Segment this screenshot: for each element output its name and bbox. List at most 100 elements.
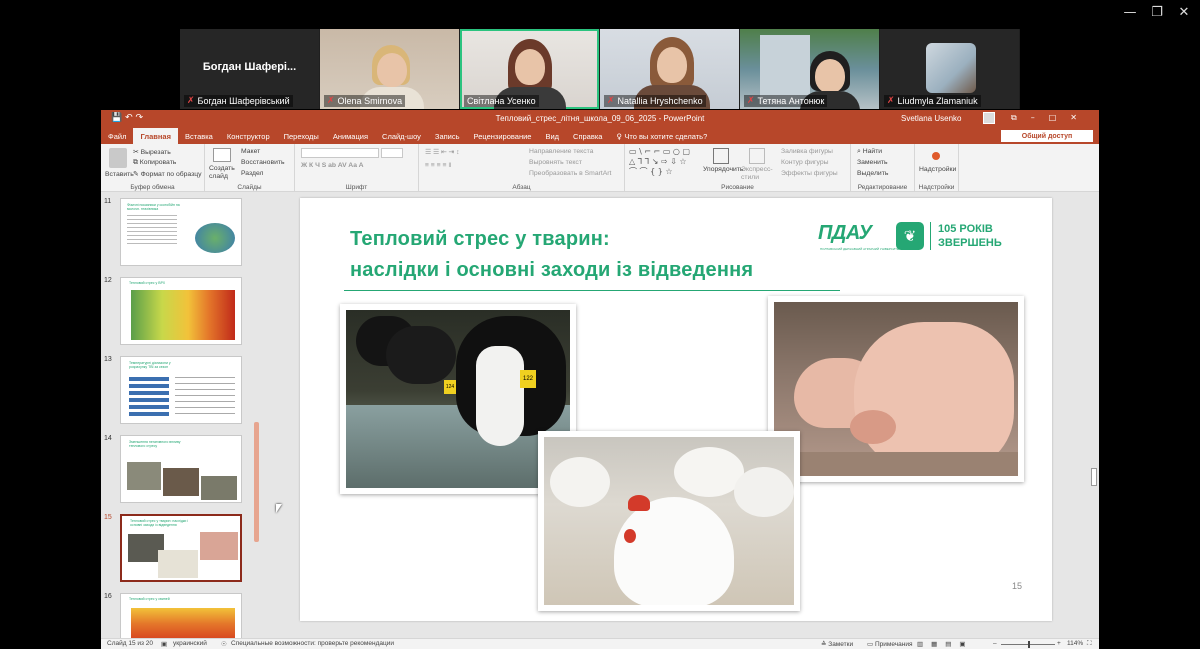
editor-scrollbar[interactable] (1089, 192, 1099, 638)
participant-tile[interactable]: ✗ Olena Smirnova (320, 29, 459, 109)
zoom-slider-handle[interactable] (1028, 641, 1030, 648)
status-bar: Слайд 15 из 20 ▣ украинский ☉ Специальны… (101, 638, 1099, 649)
zoom-level[interactable]: 114% (1067, 640, 1083, 647)
pig-shape (854, 322, 1014, 472)
shapes-gallery[interactable]: ▭ \ ⌐ ⌐ ▭ ○ ▢ △ ⅂ ⅂ ↘ ⇨ ⇩ ☆ ⌒ ⌒ { } ☆ (629, 147, 697, 179)
brush-icon: ✎ (133, 171, 141, 178)
shape-effects-button[interactable]: Эффекты фигуры (781, 170, 838, 177)
ribbon-tabs: Файл Главная Вставка Конструктор Переход… (101, 128, 1099, 144)
shape-fill-button[interactable]: Заливка фигуры (781, 148, 833, 155)
find-button[interactable]: ⌕ Найти (857, 148, 882, 156)
participant-label: ✗ Богдан Шаферівський (184, 95, 293, 107)
thumb-number: 11 (104, 198, 112, 205)
clipboard-group: Вставить ✂ Вырезать ⧉ Копировать ✎ Форма… (101, 144, 205, 192)
list-icons[interactable]: ☰ ☰ ⇤ ⇥ ↕ (425, 148, 460, 156)
close-button[interactable]: ✕ (1164, 0, 1200, 24)
format-painter-button[interactable]: ✎ Формат по образцу (133, 170, 202, 178)
zoom-in-button[interactable]: + (1057, 640, 1061, 647)
tab-design[interactable]: Конструктор (220, 128, 277, 144)
tab-transitions[interactable]: Переходы (277, 128, 326, 144)
slide-editor: Тепловий стрес у тварин: наслідки і осно… (261, 192, 1089, 638)
new-slide-icon (213, 148, 231, 162)
align-icons[interactable]: ≡ ≡ ≡ ≡ ‖ (425, 162, 451, 169)
slide-thumbnail[interactable]: Температурні діапазони у розрахунку ТВІ … (120, 356, 242, 424)
current-slide[interactable]: Тепловий стрес у тварин: наслідки і осно… (300, 198, 1052, 621)
tab-record[interactable]: Запись (428, 128, 467, 144)
copy-icon: ⧉ (133, 159, 140, 166)
arrange-button[interactable]: Упорядочить (703, 166, 743, 173)
cut-button[interactable]: ✂ Вырезать (133, 148, 171, 156)
participant-tile[interactable]: ✗ Liudmyla Zlamaniuk (880, 29, 1019, 109)
tell-me-search[interactable]: ♀ Что вы хотите сделать? (609, 128, 714, 144)
window-control-icons[interactable]: ⧉–□✕ (1011, 113, 1091, 123)
ear-tag: 124 (444, 380, 456, 394)
scroll-thumb[interactable] (1091, 468, 1097, 486)
align-text-button[interactable]: Выровнять текст (529, 159, 582, 166)
slide-title-line-1[interactable]: Тепловий стрес у тварин: (350, 228, 610, 251)
pigs-photo[interactable] (768, 296, 1024, 482)
share-button[interactable]: Общий доступ (1001, 130, 1093, 142)
thumb-number: 12 (104, 277, 112, 284)
section-button[interactable]: Раздел (241, 170, 263, 177)
participant-tile[interactable]: Богдан Шафері... ✗ Богдан Шаферівський (180, 29, 319, 109)
paste-button[interactable]: Вставить (105, 171, 134, 178)
thumbnail-scrollbar[interactable] (252, 192, 261, 638)
chicken-shape (734, 467, 794, 517)
reset-button[interactable]: Восстановить (241, 159, 285, 166)
slide-thumbnail[interactable]: Тепловий стрес у ВРХ (120, 277, 242, 345)
slide-title-line-2[interactable]: наслідки і основні заходи із відведення (350, 259, 753, 282)
notes-button[interactable]: ≙ Заметки (821, 640, 853, 648)
title-underline (344, 290, 840, 291)
view-switcher-icons[interactable]: ▥▦▤▣ (917, 640, 974, 648)
thumb-photo (201, 476, 237, 500)
chickens-photo[interactable] (538, 431, 800, 611)
slide-thumbnail-selected[interactable]: Тепловий стрес у тварин: наслідки і осно… (120, 514, 242, 582)
tab-review[interactable]: Рецензирование (467, 128, 539, 144)
slide-thumbnail[interactable]: Тепловий стрес у свиней (120, 593, 242, 638)
addins-button[interactable]: Надстройки (919, 166, 956, 173)
slide-thumbnail[interactable]: Фізичні показники у скотобійн на молочн.… (120, 198, 242, 266)
thumb-title: Фізичні показники у скотобійн на молочн.… (127, 203, 180, 211)
tab-view[interactable]: Вид (538, 128, 566, 144)
user-avatar-icon[interactable] (983, 112, 995, 124)
thumb-table (129, 377, 169, 417)
tab-home[interactable]: Главная (133, 128, 178, 144)
thumb-text-block (175, 377, 235, 417)
thumb-map (195, 223, 235, 253)
copy-button[interactable]: ⧉ Копировать (133, 159, 176, 167)
scroll-thumb[interactable] (254, 422, 259, 542)
accessibility-icon[interactable]: ☉ (221, 640, 227, 648)
font-size-select[interactable] (381, 148, 403, 158)
user-name[interactable]: Svetlana Usenko (901, 114, 961, 123)
tab-help[interactable]: Справка (566, 128, 609, 144)
shape-outline-button[interactable]: Контур фигуры (781, 159, 829, 166)
new-slide-button[interactable]: Создать слайд (209, 165, 239, 181)
participant-label: Світлана Усенко (464, 95, 539, 107)
language-indicator[interactable]: украинский (173, 640, 207, 647)
replace-button[interactable]: Заменить (857, 159, 888, 166)
layout-button[interactable]: Макет (241, 148, 260, 155)
slide-thumbnail[interactable]: Зменшення негативного впливу теплового с… (120, 435, 242, 503)
participant-tile[interactable]: ✗ Natallia Hryshchenko (600, 29, 739, 109)
tab-insert[interactable]: Вставка (178, 128, 220, 144)
participant-tile[interactable]: Світлана Усенко (460, 29, 599, 109)
spell-check-icon[interactable]: ▣ (161, 640, 167, 648)
text-direction-button[interactable]: Направление текста (529, 148, 593, 155)
font-format-icons[interactable]: Ж К Ч S ab AV Aa A (301, 162, 364, 169)
participant-tile[interactable]: ✗ Тетяна Антонюк (740, 29, 879, 109)
quick-styles-icon (749, 148, 765, 164)
quick-styles-button[interactable]: Экспресс-стили (741, 166, 775, 182)
select-button[interactable]: Выделить (857, 170, 888, 177)
fit-slide-icon[interactable]: ⛶ (1087, 640, 1092, 648)
paragraph-group: ☰ ☰ ⇤ ⇥ ↕ Направление текста Выровнять т… (419, 144, 625, 192)
comments-button[interactable]: ▭ Примечания (867, 640, 912, 648)
tab-animations[interactable]: Анимация (326, 128, 375, 144)
zoom-out-button[interactable]: – (993, 640, 997, 647)
tab-file[interactable]: Файл (101, 128, 133, 144)
thumb-number: 13 (104, 356, 112, 363)
smartart-button[interactable]: Преобразовать в SmartArt (529, 170, 611, 177)
drawing-group: ▭ \ ⌐ ⌐ ▭ ○ ▢ △ ⅂ ⅂ ↘ ⇨ ⇩ ☆ ⌒ ⌒ { } ☆ Упор… (625, 144, 851, 192)
font-family-select[interactable] (301, 148, 379, 158)
accessibility-status[interactable]: Специальные возможности: проверьте реком… (231, 640, 394, 647)
tab-slideshow[interactable]: Слайд-шоу (375, 128, 428, 144)
